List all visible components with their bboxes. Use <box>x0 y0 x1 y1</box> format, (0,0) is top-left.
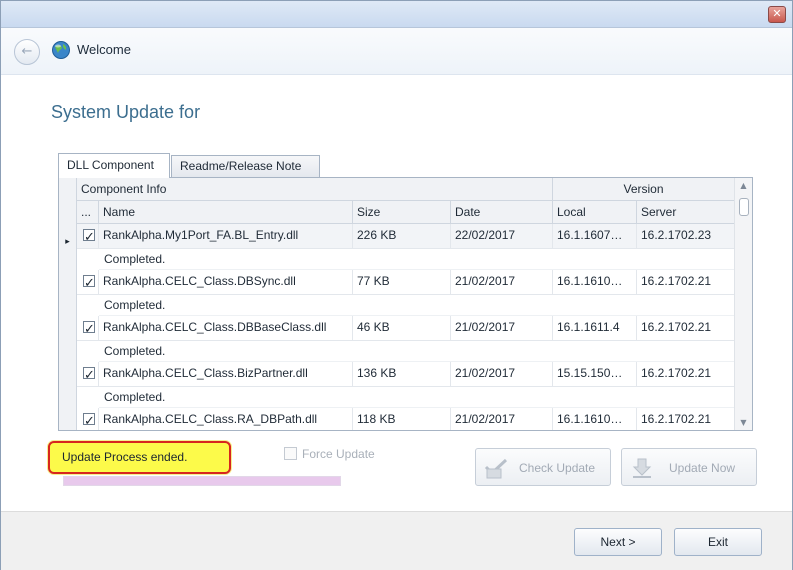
local-version: 15.15.150… <box>553 362 637 387</box>
nav-header: ← Welcome <box>1 28 792 75</box>
server-version: 16.2.1702.21 <box>637 362 735 387</box>
next-button[interactable]: Next > <box>574 528 662 556</box>
local-version: 16.1.1610… <box>553 270 637 295</box>
component-date: 21/02/2017 <box>451 362 553 387</box>
checkmark-icon: ✓ <box>84 230 95 245</box>
row-header-corner <box>59 178 77 224</box>
column-header-size[interactable]: Size <box>353 201 451 224</box>
page-title: System Update for <box>51 102 201 122</box>
row-checkbox-cell[interactable]: ✓ <box>77 270 99 295</box>
footer-bar: Next > Exit <box>1 511 792 570</box>
checkmark-icon: ✓ <box>84 322 95 337</box>
row-checkbox[interactable]: ✓ <box>83 413 95 429</box>
row-status: Completed. <box>99 341 735 362</box>
row-checkbox[interactable]: ✓ <box>83 275 95 291</box>
component-size: 118 KB <box>353 408 451 430</box>
row-checkbox[interactable]: ✓ <box>83 229 95 245</box>
progress-fill <box>64 477 340 485</box>
server-version: 16.2.1702.21 <box>637 316 735 341</box>
local-version: 16.1.1607… <box>553 224 637 249</box>
scroll-up-icon[interactable]: ▲ <box>735 181 752 190</box>
component-name: RankAlpha.CELC_Class.DBSync.dll <box>99 270 353 295</box>
row-header <box>59 270 77 316</box>
row-status: Completed. <box>99 387 735 408</box>
grid-vertical-scrollbar[interactable]: ▲ ▼ <box>734 178 752 430</box>
server-version: 16.2.1702.23 <box>637 224 735 249</box>
current-row-indicator-icon: ▸ <box>59 224 77 270</box>
component-size: 46 KB <box>353 316 451 341</box>
column-header-server[interactable]: Server <box>637 201 735 224</box>
row-checkbox[interactable]: ✓ <box>83 367 95 383</box>
nav-title: Welcome <box>77 42 131 57</box>
component-date: 21/02/2017 <box>451 316 553 341</box>
row-checkbox-cell[interactable]: ✓ <box>77 362 99 387</box>
component-date: 21/02/2017 <box>451 270 553 295</box>
tab-readme-release-note[interactable]: Readme/Release Note <box>171 155 320 177</box>
progress-bar <box>63 476 341 486</box>
tab-dll-component[interactable]: DLL Component <box>58 153 170 178</box>
row-header <box>59 316 77 362</box>
column-header-local[interactable]: Local <box>553 201 637 224</box>
row-checkbox-cell[interactable]: ✓ <box>77 316 99 341</box>
group-header-component-info: Component Info <box>77 178 553 201</box>
column-header-select[interactable]: ... <box>77 201 99 224</box>
local-version: 16.1.1611.4 <box>553 316 637 341</box>
row-checkbox[interactable]: ✓ <box>83 321 95 337</box>
check-update-button[interactable]: Check Update <box>475 448 611 486</box>
back-button[interactable]: ← <box>14 39 40 65</box>
update-window: ✕ ← Welcome System Update for DLL Compon… <box>0 0 793 570</box>
back-arrow-icon: ← <box>21 44 33 59</box>
server-version: 16.2.1702.21 <box>637 408 735 430</box>
close-icon: ✕ <box>772 7 782 20</box>
checkmark-icon: ✓ <box>84 414 95 429</box>
row-status: Completed. <box>99 249 735 270</box>
component-grid: Component Info Version ... Name Size Dat… <box>58 177 753 431</box>
row-header <box>59 408 77 430</box>
scroll-down-icon[interactable]: ▼ <box>735 418 752 427</box>
update-now-button[interactable]: Update Now <box>621 448 757 486</box>
component-date: 22/02/2017 <box>451 224 553 249</box>
force-update-checkbox[interactable] <box>284 447 297 460</box>
row-checkbox-cell[interactable]: ✓ <box>77 224 99 249</box>
force-update-label: Force Update <box>302 447 375 461</box>
check-update-icon <box>484 458 508 479</box>
row-checkbox-cell[interactable]: ✓ <box>77 408 99 430</box>
exit-button[interactable]: Exit <box>674 528 762 556</box>
close-button[interactable]: ✕ <box>768 6 786 23</box>
column-header-name[interactable]: Name <box>99 201 353 224</box>
check-update-label: Check Update <box>519 461 596 475</box>
force-update-option[interactable]: Force Update <box>284 447 375 461</box>
row-status: Completed. <box>99 295 735 316</box>
update-now-label: Update Now <box>669 461 736 475</box>
group-header-version: Version <box>553 178 735 201</box>
row-header <box>59 362 77 408</box>
local-version: 16.1.1610… <box>553 408 637 430</box>
component-size: 77 KB <box>353 270 451 295</box>
component-date: 21/02/2017 <box>451 408 553 430</box>
column-header-date[interactable]: Date <box>451 201 553 224</box>
component-name: RankAlpha.My1Port_FA.BL_Entry.dll <box>99 224 353 249</box>
status-message: Update Process ended. <box>48 441 231 474</box>
component-name: RankAlpha.CELC_Class.DBBaseClass.dll <box>99 316 353 341</box>
server-version: 16.2.1702.21 <box>637 270 735 295</box>
component-size: 136 KB <box>353 362 451 387</box>
component-name: RankAlpha.CELC_Class.RA_DBPath.dll <box>99 408 353 430</box>
globe-icon <box>52 41 70 59</box>
component-name: RankAlpha.CELC_Class.BizPartner.dll <box>99 362 353 387</box>
checkmark-icon: ✓ <box>84 368 95 383</box>
scrollbar-thumb[interactable] <box>739 198 749 216</box>
component-size: 226 KB <box>353 224 451 249</box>
update-now-icon <box>632 458 652 478</box>
checkmark-icon: ✓ <box>84 276 95 291</box>
title-bar: ✕ <box>1 1 792 28</box>
